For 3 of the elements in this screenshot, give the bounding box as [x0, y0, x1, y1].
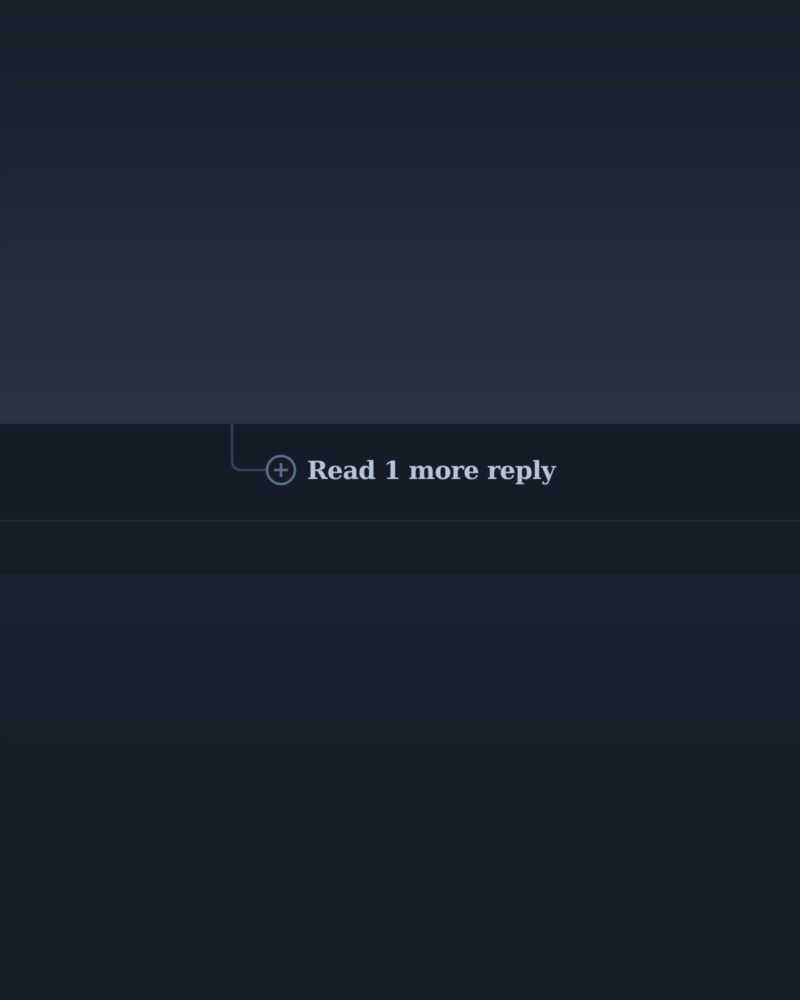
read-more-replies-button[interactable]: Read 1 more reply	[265, 454, 556, 486]
plus-circle-icon	[265, 454, 297, 486]
thread-connector-line	[230, 424, 266, 472]
